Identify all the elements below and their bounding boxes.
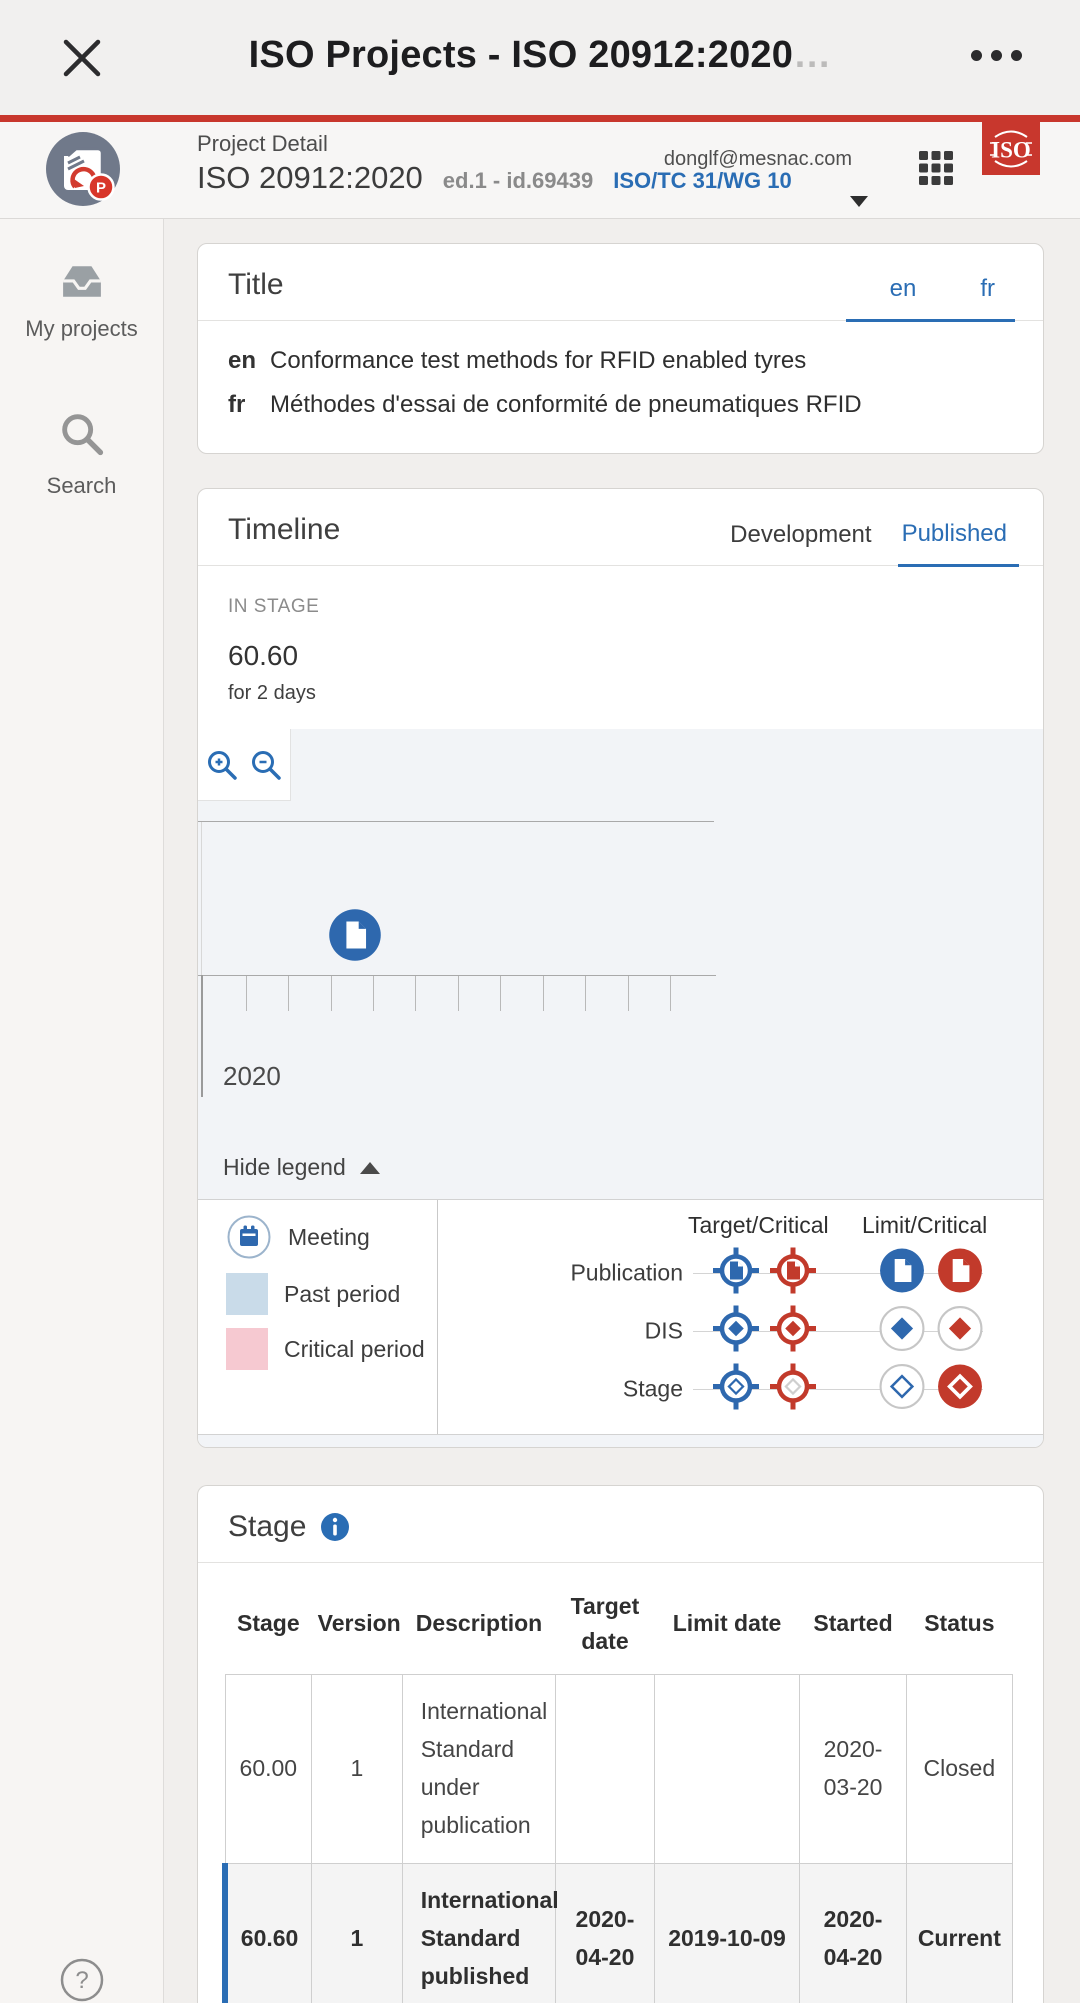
title-card: Title en fr en Conformance test methods … [197, 243, 1044, 454]
legend-row-dis: DIS [438, 1302, 1043, 1360]
more-options-icon[interactable] [971, 50, 1022, 61]
stage-critical-limit-icon [937, 1364, 983, 1415]
dis-critical-target-icon [769, 1305, 817, 1358]
tab-en[interactable]: en [890, 275, 917, 303]
critical-period-swatch [226, 1328, 268, 1370]
publication-target-icon [712, 1247, 760, 1300]
iso-logo[interactable]: ISO [982, 122, 1040, 175]
stage-card: Stage [197, 1485, 1044, 2003]
app-grid-icon[interactable] [918, 150, 954, 191]
stage-target-icon [712, 1363, 760, 1416]
my-projects-tray-icon [56, 261, 108, 303]
stage-critical-target-icon [769, 1363, 817, 1416]
dis-target-icon [712, 1305, 760, 1358]
title-row-fr: fr Méthodes d'essai de conformité de pne… [228, 383, 1013, 427]
in-stage-label: IN STAGE [228, 596, 1013, 618]
current-stage-code: 60.60 [228, 640, 1013, 672]
table-row-stage-6060-current: 60.60 1 International Standard published… [225, 1863, 1013, 2003]
stage-table-header: Stage Version Description Target date Li… [225, 1573, 1013, 1675]
sidebar: My projects Search ? Version API 2.8.8 [0, 219, 164, 2003]
brand-accent-line [0, 115, 1080, 122]
committee-link[interactable]: ISO/TC 31/WG 10 [613, 168, 792, 194]
table-row-stage-6000: 60.00 1 International Standard under pub… [225, 1675, 1013, 1864]
legend-col-target: Target/Critical [688, 1212, 829, 1239]
stage-duration: for 2 days [228, 682, 1013, 705]
search-icon [56, 408, 108, 460]
window-title: ISO Projects - ISO 20912:2020… [0, 34, 1080, 77]
past-period-swatch [226, 1273, 268, 1315]
top-bar: ISO Projects - ISO 20912:2020… [0, 0, 1080, 115]
svg-text:?: ? [75, 1967, 88, 1994]
title-row-en: en Conformance test methods for RFID ena… [228, 339, 1013, 383]
legend-past-period: Past period [226, 1273, 437, 1315]
iso-projects-app-icon[interactable]: P [44, 130, 122, 213]
project-reference: ISO 20912:2020 [197, 160, 423, 196]
title-card-heading: Title [198, 244, 284, 320]
year-boundary-tick [201, 975, 203, 1097]
in-stage-block: IN STAGE 60.60 for 2 days [198, 566, 1043, 729]
stage-card-heading: Stage [228, 1510, 306, 1544]
chevron-up-icon [360, 1162, 380, 1174]
timeline-lane-line [198, 821, 714, 822]
timeline-legend: Meeting Past period Critical period [198, 1199, 1043, 1435]
dis-limit-icon [879, 1306, 925, 1357]
info-icon[interactable] [320, 1512, 350, 1542]
sidebar-item-my-projects[interactable]: My projects [0, 261, 163, 342]
tab-development[interactable]: Development [730, 521, 871, 565]
tab-fr[interactable]: fr [980, 275, 995, 303]
edition-id: ed.1 - id.69439 [443, 168, 593, 194]
title-text-fr: Méthodes d'essai de conformité de pneuma… [270, 383, 862, 427]
zoom-in-icon[interactable] [205, 748, 239, 782]
legend-row-publication: Publication [438, 1244, 1043, 1302]
dis-critical-limit-icon [937, 1306, 983, 1357]
language-tabs: en fr [846, 244, 1015, 322]
app-header: P Project Detail ISO 20912:2020 ed.1 - i… [0, 122, 1080, 219]
help-icon[interactable]: ? [59, 1957, 105, 2003]
timeline-card-heading: Timeline [198, 489, 340, 565]
zoom-out-icon[interactable] [249, 748, 283, 782]
timeline-card: Timeline Development Published IN STAGE … [197, 488, 1044, 1448]
svg-text:ISO: ISO [991, 138, 1031, 163]
main-content: Title en fr en Conformance test methods … [164, 219, 1080, 2003]
sidebar-item-search[interactable]: Search [0, 408, 163, 499]
title-text-en: Conformance test methods for RFID enable… [270, 339, 806, 383]
year-label: 2020 [223, 1061, 281, 1092]
timeline-axis [198, 975, 716, 976]
meeting-icon [226, 1214, 272, 1260]
publication-critical-target-icon [769, 1247, 817, 1300]
user-menu-caret-icon[interactable] [850, 196, 868, 207]
stage-limit-icon [879, 1364, 925, 1415]
publication-critical-limit-icon [937, 1248, 983, 1299]
legend-row-stage: Stage [438, 1360, 1043, 1418]
svg-text:P: P [96, 180, 106, 197]
publication-limit-icon [879, 1248, 925, 1299]
legend-col-limit: Limit/Critical [862, 1212, 987, 1239]
page-eyebrow: Project Detail [197, 131, 328, 157]
user-email[interactable]: donglf@mesnac.com [664, 148, 852, 171]
timeline-chart: 2020 Hide legend [198, 729, 1043, 1199]
legend-meeting: Meeting [226, 1214, 437, 1260]
stage-table: Stage Version Description Target date Li… [222, 1573, 1013, 2003]
tab-published[interactable]: Published [898, 520, 1019, 567]
legend-critical-period: Critical period [226, 1328, 437, 1370]
iso-projects-screen: ISO Projects - ISO 20912:2020… P Project… [0, 0, 1080, 2003]
hide-legend-toggle[interactable]: Hide legend [223, 1154, 380, 1181]
publication-marker-icon[interactable] [328, 908, 382, 967]
